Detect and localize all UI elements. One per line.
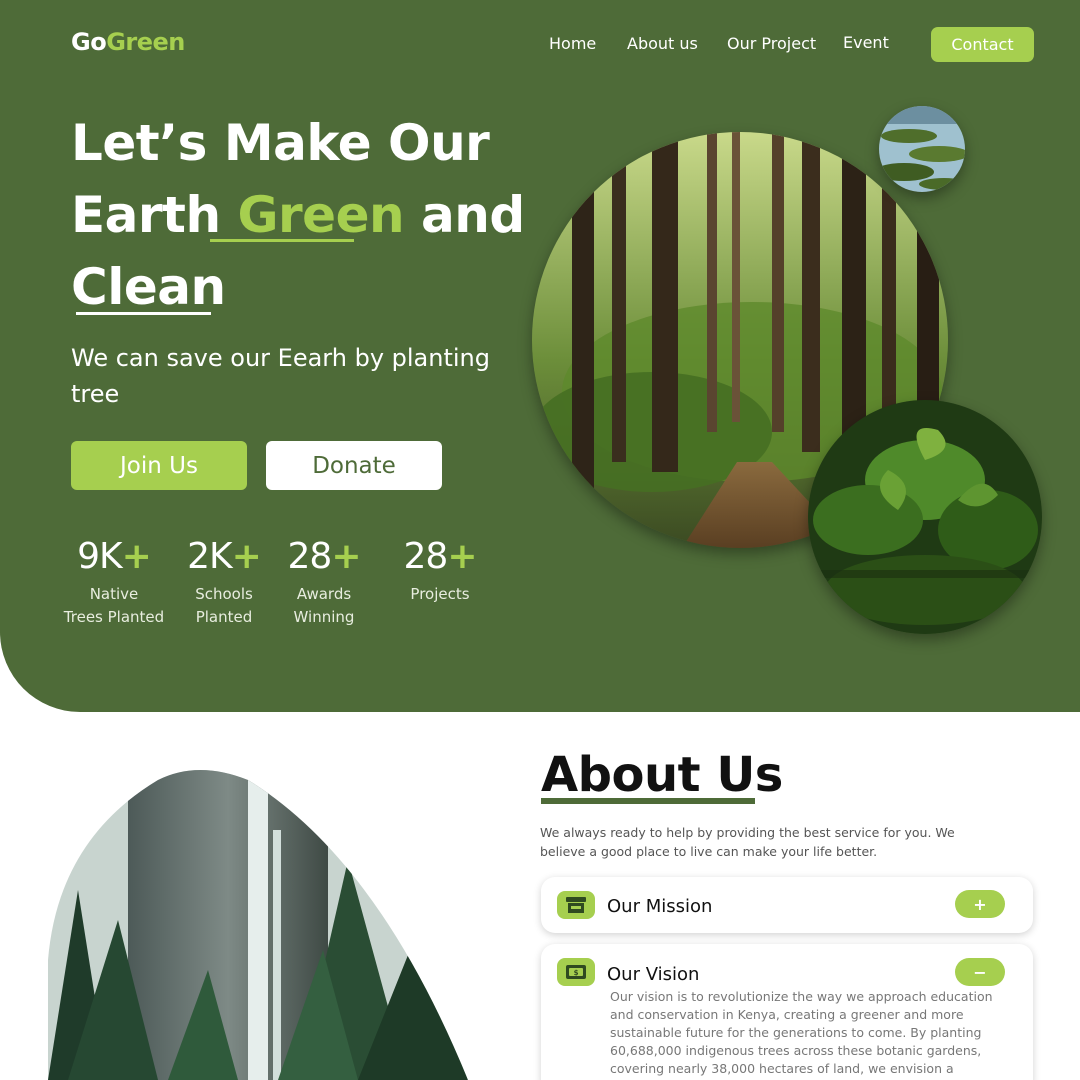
- headline-line-3: Clean: [71, 258, 226, 316]
- headline-green-word: Green: [237, 186, 405, 244]
- about-title-underline: [541, 798, 755, 804]
- stat-label: Schools Planted: [195, 585, 253, 626]
- stat-value: 28+: [287, 536, 362, 577]
- nav-event[interactable]: Event: [843, 33, 889, 52]
- wetland-photo: [879, 106, 965, 192]
- headline-and: and: [404, 186, 525, 244]
- money-icon: $: [557, 958, 595, 986]
- waterfall-photo: [48, 770, 488, 1080]
- stat-awards: 28+ Awards Winning: [280, 536, 368, 629]
- clean-word-underline: [76, 312, 211, 315]
- vision-collapse-toggle[interactable]: −: [955, 958, 1005, 986]
- stat-native-trees: 9K+ Native Trees Planted: [58, 536, 170, 629]
- stat-value: 9K+: [77, 536, 152, 577]
- stat-label: Awards Winning: [293, 585, 355, 626]
- contact-button[interactable]: Contact: [931, 27, 1034, 62]
- headline-line-1: Let’s Make Our: [71, 114, 490, 172]
- stat-value: 2K+: [187, 536, 262, 577]
- stat-label: Projects: [410, 585, 470, 603]
- nav-home[interactable]: Home: [549, 34, 596, 53]
- logo-part-go: Go: [71, 28, 107, 56]
- store-icon: [557, 891, 595, 919]
- join-us-button[interactable]: Join Us: [71, 441, 247, 490]
- vision-body-text: Our vision is to revolutionize the way w…: [610, 989, 993, 1080]
- about-us-title: About Us: [541, 747, 783, 803]
- logo-part-green: Green: [106, 28, 185, 56]
- svg-text:$: $: [574, 969, 579, 977]
- stat-value: 28+: [403, 536, 478, 577]
- nav-about-us[interactable]: About us: [627, 34, 698, 53]
- stat-schools: 2K+ Schools Planted: [180, 536, 268, 629]
- mission-expand-toggle[interactable]: +: [955, 890, 1005, 918]
- headline-earth: Earth: [71, 186, 238, 244]
- nav-our-project[interactable]: Our Project: [727, 34, 816, 53]
- about-description: We always ready to help by providing the…: [540, 825, 955, 859]
- mission-card[interactable]: Our Mission +: [541, 877, 1033, 933]
- hero-subheading: We can save our Eearh by planting tree: [71, 344, 490, 408]
- vision-title: Our Vision: [607, 964, 700, 985]
- vision-card[interactable]: $ Our Vision − Our vision is to revoluti…: [541, 944, 1033, 1080]
- logo[interactable]: GoGreen: [71, 28, 185, 56]
- green-word-underline: [210, 239, 354, 242]
- stat-label: Native Trees Planted: [63, 585, 165, 626]
- mission-title: Our Mission: [607, 896, 713, 917]
- jungle-photo: [808, 400, 1042, 634]
- headline-line-2: Earth Green and: [71, 190, 525, 240]
- donate-button[interactable]: Donate: [266, 441, 442, 490]
- stat-projects: 28+ Projects: [396, 536, 484, 606]
- hero-section: GoGreen Home About us Our Project Event …: [0, 0, 1080, 712]
